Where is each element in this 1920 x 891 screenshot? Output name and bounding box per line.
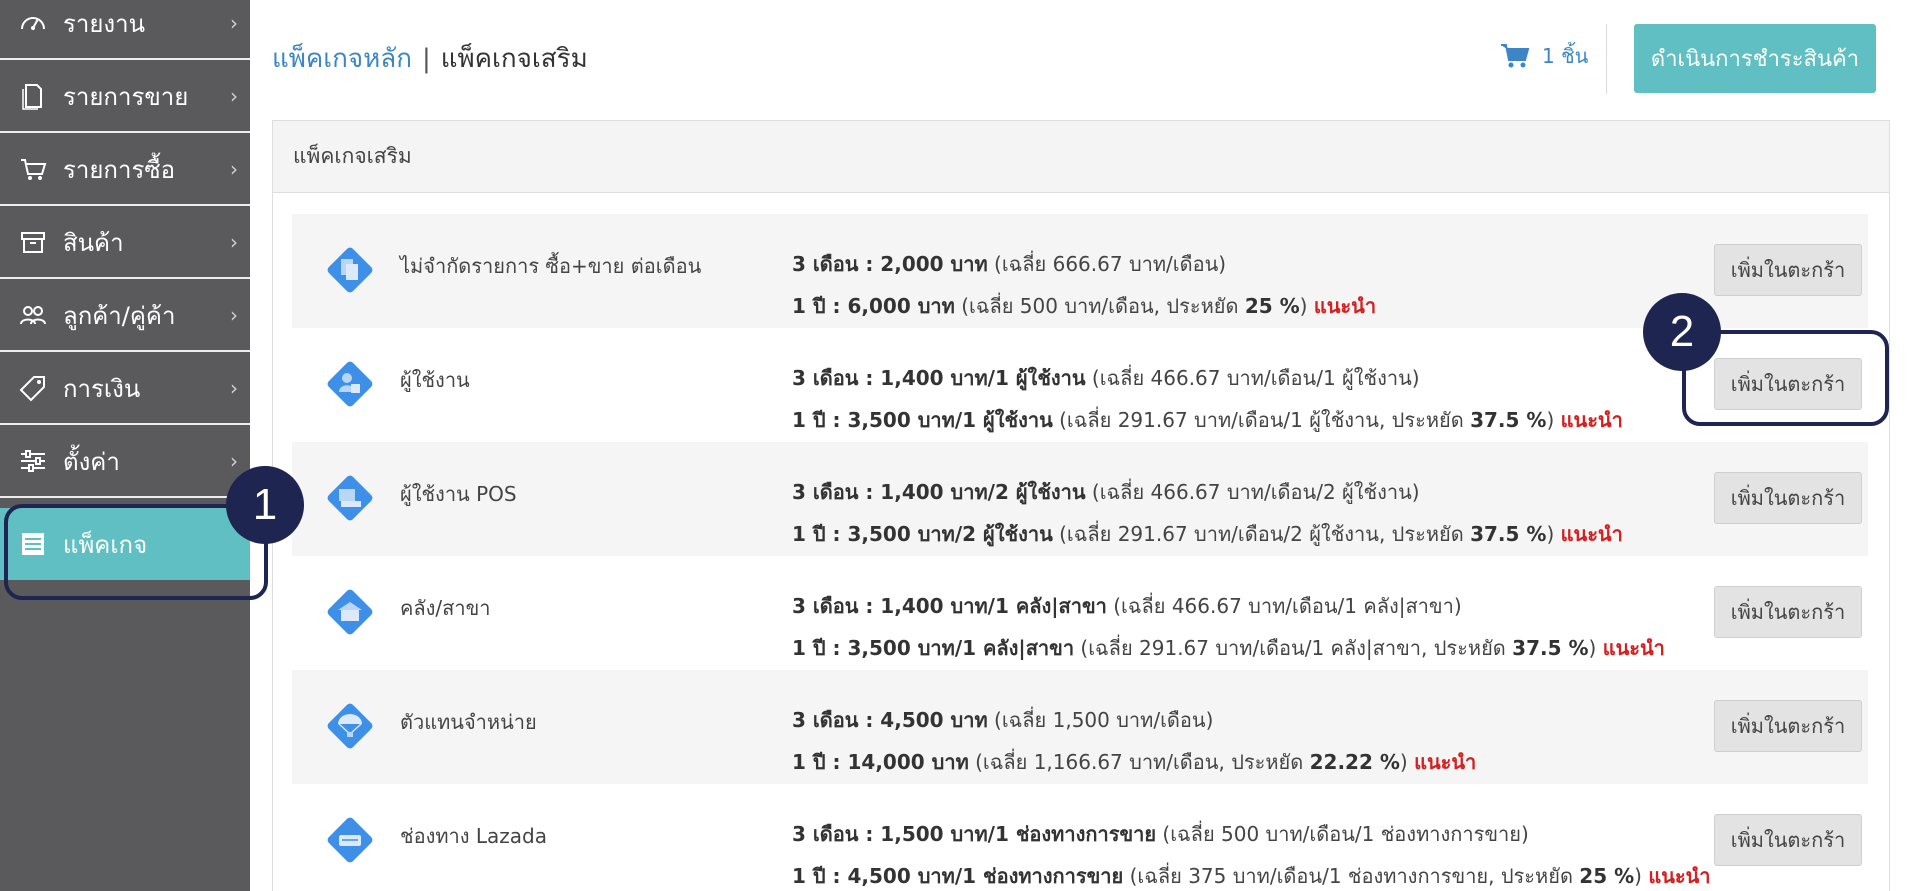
document-icon [22,84,42,110]
user-icon [327,361,373,407]
breadcrumb-current: แพ็คเกจเสริม [440,44,588,74]
lazada-icon [327,817,373,863]
checkout-button[interactable]: ดำเนินการชำระสินค้า [1634,24,1876,93]
price-quarter: 3 เดือน : 1,400 บาท/1 ผู้ใช้งาน (เฉลี่ย … [792,366,1420,390]
price-quarter: 3 เดือน : 2,000 บาท (เฉลี่ย 666.67 บาท/เ… [792,252,1227,276]
recommend-badge: แนะนำ [1648,864,1711,888]
sidebar-item-label: สินค้า [63,228,124,257]
package-name: ผู้ใช้งาน POS [400,482,517,506]
sidebar-item-products[interactable]: สินค้า › [0,207,250,279]
pos-terminal-icon [327,475,373,521]
package-name: ผู้ใช้งาน [400,368,470,392]
sidebar-item-customers[interactable]: ลูกค้า/คู่ค้า › [0,280,250,352]
chevron-right-icon: › [230,11,238,35]
price-quarter: 3 เดือน : 1,400 บาท/1 คลัง|สาขา (เฉลี่ย … [792,594,1462,618]
package-name: ตัวแทนจำหน่าย [400,710,537,734]
price-year: 1 ปี : 6,000 บาท (เฉลี่ย 500 บาท/เดือน, … [792,294,1377,318]
sidebar-item-label: รายงาน [63,9,146,38]
price-quarter: 3 เดือน : 4,500 บาท (เฉลี่ย 1,500 บาท/เด… [792,708,1214,732]
chevron-right-icon: › [230,303,238,327]
sidebar-item-label: การเงิน [63,374,141,403]
chevron-right-icon: › [230,449,238,473]
package-row: ตัวแทนจำหน่าย 3 เดือน : 4,500 บาท (เฉลี่… [292,670,1868,784]
header-divider [1606,24,1607,94]
package-row: คลัง/สาขา 3 เดือน : 1,400 บาท/1 คลัง|สาข… [292,556,1868,670]
recommend-badge: แนะนำ [1414,750,1477,774]
package-row: ผู้ใช้งาน POS 3 เดือน : 1,400 บาท/2 ผู้ใ… [292,442,1868,556]
add-to-cart-button[interactable]: เพิ่มในตะกร้า [1714,244,1862,296]
sidebar-item-label: ตั้งค่า [63,447,120,476]
price-year: 1 ปี : 4,500 บาท/1 ช่องทางการขาย (เฉลี่ย… [792,864,1711,888]
cart-summary[interactable]: 1 ชิ้น [1500,40,1588,72]
sidebar-item-sales[interactable]: รายการขาย › [0,61,250,133]
sliders-icon [21,450,45,472]
recommend-badge: แนะนำ [1602,636,1665,660]
callout-number-1: 1 [226,466,304,544]
cart-icon [1501,44,1530,68]
documents-icon [327,247,373,293]
package-row: ช่องทาง Lazada 3 เดือน : 1,500 บาท/1 ช่อ… [292,784,1868,891]
tag-icon [19,376,45,402]
sidebar-item-label: ลูกค้า/คู่ค้า [63,301,176,330]
dashboard-icon [21,17,45,30]
price-quarter: 3 เดือน : 1,500 บาท/1 ช่องทางการขาย (เฉล… [792,822,1529,846]
price-year: 1 ปี : 14,000 บาท (เฉลี่ย 1,166.67 บาท/เ… [792,750,1477,774]
package-name: คลัง/สาขา [400,596,491,620]
cart-icon [21,159,47,180]
sidebar: รายงาน › รายการขาย › รายการซื้อ › สินค้า… [0,0,250,891]
parachute-icon [327,703,373,749]
warehouse-icon [327,589,373,635]
package-name: ไม่จำกัดรายการ ซื้อ+ขาย ต่อเดือน [400,254,702,278]
chevron-right-icon: › [230,84,238,108]
users-icon [20,306,46,325]
price-year: 1 ปี : 3,500 บาท/2 ผู้ใช้งาน (เฉลี่ย 291… [792,522,1623,546]
recommend-badge: แนะนำ [1560,408,1623,432]
recommend-badge: แนะนำ [1560,522,1623,546]
breadcrumb-main-package-link[interactable]: แพ็คเกจหลัก [272,38,412,79]
recommend-badge: แนะนำ [1313,294,1377,318]
breadcrumb: แพ็คเกจหลัก | แพ็คเกจเสริม [272,38,588,79]
sidebar-item-purchases[interactable]: รายการซื้อ › [0,134,250,206]
price-quarter: 3 เดือน : 1,400 บาท/2 ผู้ใช้งาน (เฉลี่ย … [792,480,1420,504]
package-row: ไม่จำกัดรายการ ซื้อ+ขาย ต่อเดือน 3 เดือน… [292,214,1868,328]
chevron-right-icon: › [230,376,238,400]
add-to-cart-button[interactable]: เพิ่มในตะกร้า [1714,814,1862,866]
package-name: ช่องทาง Lazada [400,824,547,848]
sidebar-item-report[interactable]: รายงาน › [0,0,250,60]
sidebar-item-settings[interactable]: ตั้งค่า › [0,426,250,498]
cart-count: 1 ชิ้น [1542,44,1589,68]
breadcrumb-separator: | [421,43,431,74]
box-icon [21,232,45,253]
sidebar-item-finance[interactable]: การเงิน › [0,353,250,425]
add-to-cart-button[interactable]: เพิ่มในตะกร้า [1714,472,1862,524]
price-year: 1 ปี : 3,500 บาท/1 ผู้ใช้งาน (เฉลี่ย 291… [792,408,1623,432]
sidebar-item-label: รายการซื้อ [63,155,176,184]
panel-title: แพ็คเกจเสริม [273,121,1889,193]
package-row: ผู้ใช้งาน 3 เดือน : 1,400 บาท/1 ผู้ใช้งา… [292,328,1868,442]
price-year: 1 ปี : 3,500 บาท/1 คลัง|สาขา (เฉลี่ย 291… [792,636,1665,660]
sidebar-item-label: รายการขาย [63,82,189,111]
callout-number-2: 2 [1643,293,1721,371]
chevron-right-icon: › [230,230,238,254]
chevron-right-icon: › [230,157,238,181]
add-to-cart-button[interactable]: เพิ่มในตะกร้า [1714,586,1862,638]
add-to-cart-button[interactable]: เพิ่มในตะกร้า [1714,700,1862,752]
